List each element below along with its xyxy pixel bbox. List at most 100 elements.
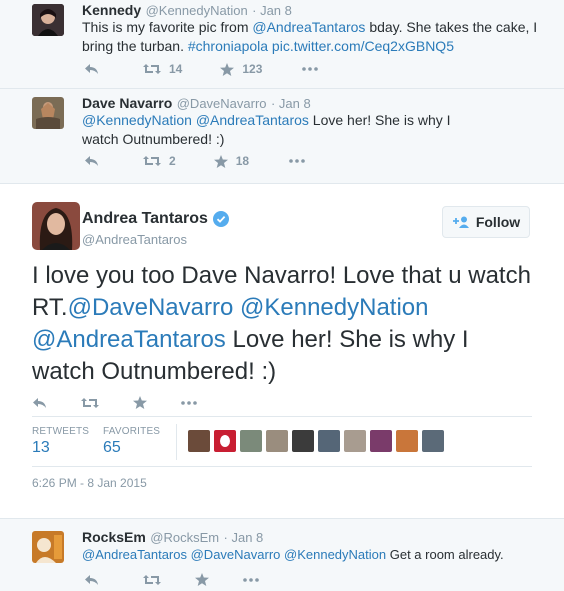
retweet-count: 2 xyxy=(169,154,176,168)
author-handle[interactable]: @KennedyNation xyxy=(146,3,248,18)
hashtag-link[interactable]: #chroniapola xyxy=(188,38,268,54)
tweet-time[interactable]: · Jan 8 xyxy=(271,96,311,111)
tweet-actions: 2 18 xyxy=(84,154,339,168)
more-icon xyxy=(181,400,197,405)
favoriter-avatar[interactable] xyxy=(266,430,288,452)
follow-person-icon xyxy=(452,216,469,228)
avatar-andrea[interactable] xyxy=(32,202,80,250)
tweet-actions xyxy=(84,573,293,586)
tweet-actions: 14 123 xyxy=(84,62,352,76)
more-icon xyxy=(289,159,305,163)
tweet-actions xyxy=(32,396,231,409)
favoriter-avatar[interactable] xyxy=(396,430,418,452)
retweet-button[interactable]: 14 xyxy=(143,62,182,76)
media-link[interactable]: pic.twitter.com/Ceq2xGBNQ5 xyxy=(268,38,454,54)
tweet-text: @KennedyNation @AndreaTantaros Love her!… xyxy=(82,111,482,149)
follow-label: Follow xyxy=(475,214,521,230)
favoriter-avatar[interactable] xyxy=(214,430,236,452)
retweet-button[interactable] xyxy=(143,574,161,586)
tweet-text: I love you too Dave Navarro! Love that u… xyxy=(32,260,532,388)
reply-icon xyxy=(33,397,46,408)
mention-link[interactable]: @AndreaTantaros xyxy=(32,326,226,353)
tweet-time[interactable]: · Jan 8 xyxy=(224,530,264,545)
retweet-button[interactable]: 2 xyxy=(143,154,176,168)
favorite-button[interactable]: 18 xyxy=(213,154,250,168)
tweet-text: @AndreaTantaros @DaveNavarro @KennedyNat… xyxy=(82,545,552,564)
favoriter-avatar[interactable] xyxy=(422,430,444,452)
reply-button[interactable] xyxy=(84,63,99,75)
follow-button[interactable]: Follow xyxy=(442,206,530,238)
avatar-rocksem[interactable] xyxy=(32,531,64,563)
reply-icon xyxy=(85,574,98,585)
mention-link[interactable]: @KennedyNation xyxy=(82,112,192,128)
favorites-count: 65 xyxy=(103,439,121,456)
author-handle[interactable]: @RocksEm xyxy=(150,530,219,545)
more-button[interactable] xyxy=(243,577,259,582)
mention-link[interactable]: @KennedyNation xyxy=(284,547,386,562)
mention-link[interactable]: @AndreaTantaros xyxy=(196,112,309,128)
tweet-text: This is my favorite pic from @AndreaTant… xyxy=(82,18,552,56)
more-icon xyxy=(243,577,259,582)
favoriter-avatar[interactable] xyxy=(344,430,366,452)
reply-button[interactable] xyxy=(32,397,47,409)
favorite-count: 18 xyxy=(235,154,250,168)
retweet-icon xyxy=(143,64,161,74)
tweet-time[interactable]: · Jan 8 xyxy=(252,3,292,18)
reply-button[interactable] xyxy=(84,155,99,167)
tweet-timestamp[interactable]: 6:26 PM - 8 Jan 2015 xyxy=(32,476,147,490)
favorite-button[interactable]: 123 xyxy=(220,62,262,76)
mention-link[interactable]: @KennedyNation xyxy=(240,294,428,321)
retweets-label: RETWEETS xyxy=(32,426,90,437)
favorite-button[interactable] xyxy=(195,573,209,586)
favoriter-avatar[interactable] xyxy=(240,430,262,452)
favoriter-avatar[interactable] xyxy=(292,430,314,452)
mention-link[interactable]: @DaveNavarro xyxy=(68,294,234,321)
more-button[interactable] xyxy=(289,159,305,163)
avatar-kennedy[interactable] xyxy=(32,4,64,36)
text-segment: Get a room already. xyxy=(386,547,504,562)
retweet-icon xyxy=(81,397,99,408)
favorite-button[interactable] xyxy=(133,396,147,409)
favoriter-avatar[interactable] xyxy=(188,430,210,452)
mention-link[interactable]: @AndreaTantaros xyxy=(252,19,365,35)
more-icon xyxy=(302,67,319,71)
author-name[interactable]: Kennedy xyxy=(82,2,141,18)
reply-icon xyxy=(85,64,98,74)
favorites-label: FAVORITES xyxy=(103,426,161,437)
favorite-icon xyxy=(213,154,228,168)
favoriters-list xyxy=(188,430,448,452)
mention-link[interactable]: @AndreaTantaros xyxy=(82,547,187,562)
retweet-button[interactable] xyxy=(81,397,99,409)
retweets-count: 13 xyxy=(32,439,50,456)
retweet-icon xyxy=(143,574,161,585)
tweet-kennedy[interactable]: Kennedy @KennedyNation · Jan 8 This is m… xyxy=(0,0,564,88)
favorite-icon xyxy=(133,396,147,409)
reply-icon xyxy=(85,156,98,166)
favoriter-avatar[interactable] xyxy=(370,430,392,452)
tweet-navarro[interactable]: Dave Navarro @DaveNavarro · Jan 8 @Kenne… xyxy=(0,89,564,183)
verified-icon xyxy=(212,211,229,227)
favorites-stat[interactable]: FAVORITES 65 xyxy=(103,426,160,457)
author-name[interactable]: RocksEm xyxy=(82,529,146,545)
text-segment: This is my favorite pic from xyxy=(82,19,253,35)
tweet-rocksem[interactable]: RocksEm @RocksEm · Jan 8 @AndreaTantaros… xyxy=(0,519,564,591)
avatar-navarro[interactable] xyxy=(32,97,64,129)
tweet-main: Andrea Tantaros @AndreaTantaros Follow I… xyxy=(0,184,564,510)
author-name[interactable]: Dave Navarro xyxy=(82,95,172,111)
favorite-count: 123 xyxy=(242,62,263,76)
stats-divider xyxy=(176,424,177,460)
favorite-icon xyxy=(195,573,209,586)
favoriter-avatar[interactable] xyxy=(318,430,340,452)
retweet-icon xyxy=(143,156,161,166)
mention-link[interactable]: @DaveNavarro xyxy=(191,547,281,562)
more-button[interactable] xyxy=(181,400,197,405)
author-handle[interactable]: @AndreaTantaros xyxy=(82,232,187,247)
divider xyxy=(32,466,532,467)
retweet-count: 14 xyxy=(169,62,183,76)
author-handle[interactable]: @DaveNavarro xyxy=(177,96,267,111)
divider xyxy=(32,416,532,417)
author-name[interactable]: Andrea Tantaros xyxy=(82,210,208,228)
reply-button[interactable] xyxy=(84,574,99,586)
retweets-stat[interactable]: RETWEETS 13 xyxy=(32,426,89,457)
more-button[interactable] xyxy=(302,67,319,71)
